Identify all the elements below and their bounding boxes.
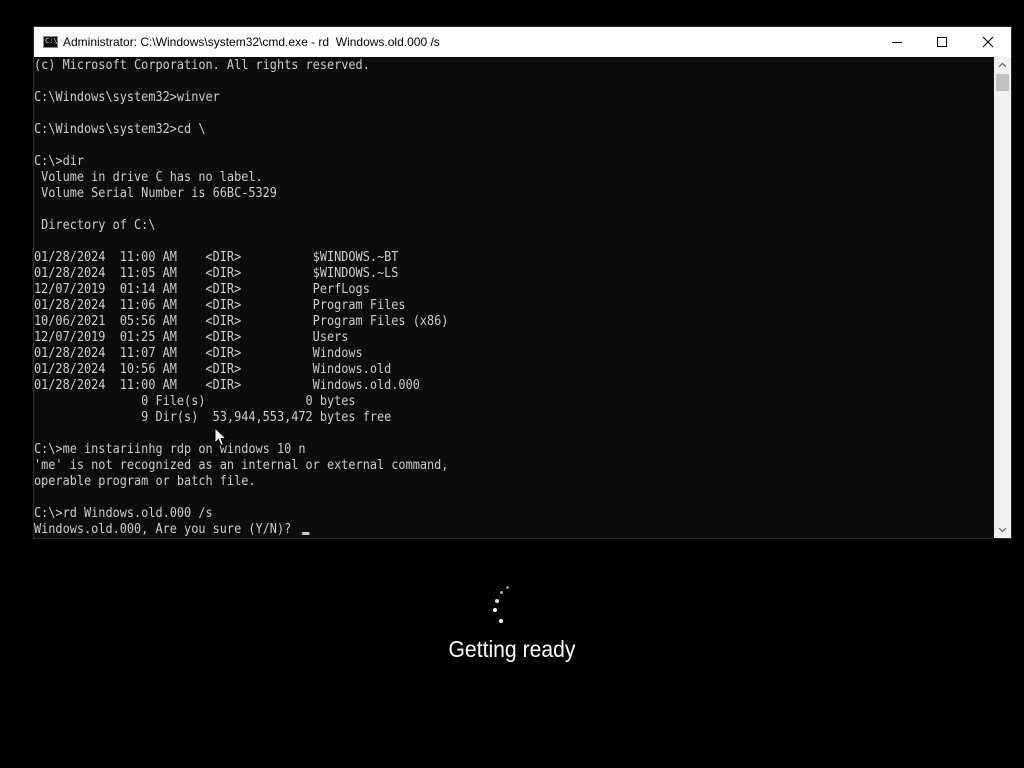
vertical-scrollbar[interactable]: [994, 57, 1011, 538]
terminal-line: Volume Serial Number is 66BC-5329: [34, 186, 277, 201]
terminal-line: 12/07/2019 01:14 AM <DIR> PerfLogs: [34, 282, 370, 297]
terminal-line: 01/28/2024 11:07 AM <DIR> Windows: [34, 346, 363, 361]
window-title: Administrator: C:\Windows\system32\cmd.e…: [63, 35, 440, 49]
terminal-prompt-line: Windows.old.000, Are you sure (Y/N)?: [34, 522, 448, 538]
terminal-line: Directory of C:\: [34, 218, 156, 233]
spinner-dot: [495, 599, 499, 603]
scrollbar-thumb[interactable]: [996, 74, 1009, 91]
terminal-line: 9 Dir(s) 53,944,553,472 bytes free: [34, 410, 392, 425]
terminal-line: 10/06/2021 05:56 AM <DIR> Program Files …: [34, 314, 449, 329]
maximize-button[interactable]: [919, 27, 965, 57]
text-cursor: [301, 532, 310, 535]
minimize-icon: [892, 42, 902, 43]
terminal-line: 12/07/2019 01:25 AM <DIR> Users: [34, 330, 349, 345]
scroll-down-button[interactable]: [994, 522, 1011, 538]
title-bar[interactable]: C:\ Administrator: C:\Windows\system32\c…: [34, 27, 1011, 57]
spinner-icon: [489, 586, 513, 628]
spinner-dot: [493, 608, 497, 612]
terminal-line: 01/28/2024 11:06 AM <DIR> Program Files: [34, 298, 406, 313]
mouse-pointer-icon: [214, 427, 228, 447]
scroll-up-button[interactable]: [994, 57, 1011, 73]
spinner-dot: [499, 619, 503, 623]
setup-status-text: Getting ready: [448, 636, 576, 662]
terminal-line: 'me' is not recognized as an internal or…: [34, 458, 449, 473]
scroll-down-arrow-icon: [998, 527, 1007, 533]
terminal-line: 01/28/2024 11:00 AM <DIR> $WINDOWS.~BT: [34, 250, 399, 265]
maximize-icon: [937, 37, 947, 47]
close-button[interactable]: [965, 27, 1011, 57]
cmd-app-icon[interactable]: C:\: [43, 36, 58, 48]
terminal-line: C:\Windows\system32>winver: [34, 90, 220, 105]
terminal-line: operable program or batch file.: [34, 474, 256, 489]
close-icon: [982, 36, 994, 48]
terminal-line: 01/28/2024 10:56 AM <DIR> Windows.old: [34, 362, 392, 377]
spinner-dot: [506, 586, 509, 589]
scroll-up-arrow-icon: [998, 62, 1007, 68]
terminal-lines: (c) Microsoft Corporation. All rights re…: [34, 58, 448, 538]
terminal-line: C:\>rd Windows.old.000 /s: [34, 506, 213, 521]
terminal-line: C:\>me instariinhg rdp on windows 10 n: [34, 442, 306, 457]
terminal-line: C:\Windows\system32>cd \: [34, 122, 206, 137]
minimize-button[interactable]: [874, 27, 920, 57]
terminal-line: 0 File(s) 0 bytes: [34, 394, 356, 409]
terminal-output[interactable]: (c) Microsoft Corporation. All rights re…: [34, 57, 994, 538]
terminal-line: (c) Microsoft Corporation. All rights re…: [34, 58, 370, 73]
terminal-line: 01/28/2024 11:00 AM <DIR> Windows.old.00…: [34, 378, 420, 393]
spinner-dot: [500, 591, 503, 594]
terminal-line: Volume in drive C has no label.: [34, 170, 263, 185]
cmd-window[interactable]: C:\ Administrator: C:\Windows\system32\c…: [34, 27, 1011, 538]
prompt-text: Windows.old.000, Are you sure (Y/N)?: [34, 522, 299, 537]
terminal-line: C:\>dir: [34, 154, 85, 169]
app-icon-text: C:\: [45, 37, 58, 45]
terminal-line: 01/28/2024 11:05 AM <DIR> $WINDOWS.~LS: [34, 266, 399, 281]
